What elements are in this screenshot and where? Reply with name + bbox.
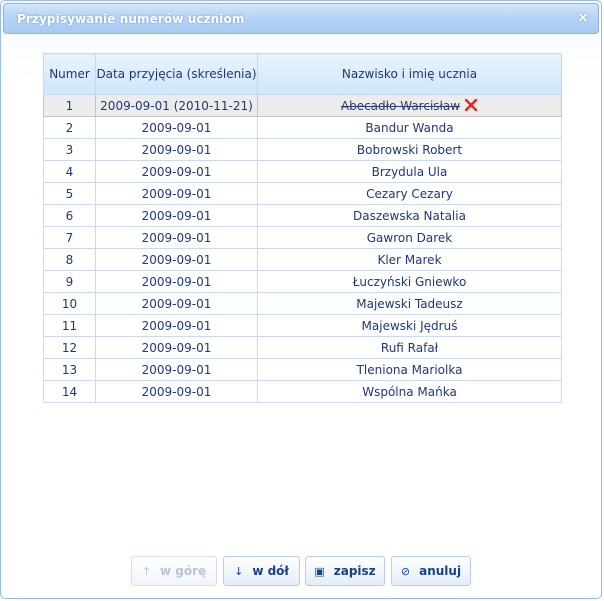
move-up-button[interactable]: ↑ w górę (131, 556, 217, 586)
save-label: zapisz (333, 564, 376, 578)
student-name: Daszewska Natalia (353, 208, 466, 223)
table-row[interactable]: 11 2009-09-01 Majewski Jędruś (43, 314, 562, 337)
cell-date: 2009-09-01 (95, 380, 258, 403)
student-name: Bobrowski Robert (356, 142, 463, 157)
student-name: Kler Marek (377, 252, 442, 267)
table-row[interactable]: 4 2009-09-01 Brzydula Ula (43, 160, 562, 183)
cell-date: 2009-09-01 (95, 160, 258, 183)
table-row[interactable]: 5 2009-09-01 Cezary Cezary (43, 182, 562, 205)
cell-number: 10 (43, 292, 96, 315)
cell-number: 1 (43, 94, 96, 117)
table-row[interactable]: 8 2009-09-01 Kler Marek (43, 248, 562, 271)
cell-number: 2 (43, 116, 96, 139)
student-name: Rufi Rafał (380, 340, 439, 355)
student-name: Abecadło Warcisław (340, 99, 461, 113)
student-name: Tleniona Mariolka (356, 362, 463, 377)
cell-student-name: Majewski Jędruś (257, 314, 562, 337)
cell-date: 2009-09-01 (95, 270, 258, 293)
cell-date: 2009-09-01 (95, 314, 258, 337)
table-row[interactable]: 7 2009-09-01 Gawron Darek (43, 226, 562, 249)
cell-student-name: Daszewska Natalia (257, 204, 562, 227)
student-name: Brzydula Ula (371, 164, 448, 179)
student-name: Cezary Cezary (366, 186, 453, 201)
cell-number: 9 (43, 270, 96, 293)
save-button[interactable]: ▣ zapisz (305, 556, 385, 586)
table-row[interactable]: 2 2009-09-01 Bandur Wanda (43, 116, 562, 139)
close-icon[interactable]: × (576, 11, 590, 25)
cancel-button[interactable]: ⊘ anuluj (391, 556, 471, 586)
cell-student-name: Gawron Darek (257, 226, 562, 249)
dialog-title: Przypisywanie numerów uczniom (17, 12, 245, 26)
cell-student-name: Cezary Cezary (257, 182, 562, 205)
student-name: Wspólna Mańka (362, 384, 457, 399)
cell-student-name: Tleniona Mariolka (257, 358, 562, 381)
arrow-up-icon: ↑ (141, 564, 152, 578)
student-name: Łuczyński Gniewko (352, 274, 467, 289)
cell-number: 12 (43, 336, 96, 359)
cell-date: 2009-09-01 (95, 358, 258, 381)
table-row[interactable]: 14 2009-09-01 Wspólna Mańka (43, 380, 562, 403)
students-table: Numer Data przyjęcia (skreślenia) Nazwis… (43, 53, 562, 403)
cell-number: 14 (43, 380, 96, 403)
column-header-number[interactable]: Numer (43, 53, 96, 95)
cell-number: 3 (43, 138, 96, 161)
cell-student-name: Kler Marek (257, 248, 562, 271)
save-icon: ▣ (314, 564, 325, 578)
cell-number: 5 (43, 182, 96, 205)
cell-date: 2009-09-01 (95, 226, 258, 249)
student-name: Gawron Darek (366, 230, 453, 245)
table-row[interactable]: 13 2009-09-01 Tleniona Mariolka (43, 358, 562, 381)
move-up-label: w górę (160, 564, 207, 578)
cell-student-name: Bobrowski Robert (257, 138, 562, 161)
student-name: Majewski Jędruś (361, 318, 458, 333)
column-header-name[interactable]: Nazwisko i imię ucznia (257, 53, 562, 95)
cell-student-name: Łuczyński Gniewko (257, 270, 562, 293)
cell-student-name: Majewski Tadeusz (257, 292, 562, 315)
table-row[interactable]: 3 2009-09-01 Bobrowski Robert (43, 138, 562, 161)
cell-student-name: Abecadło Warcisław (257, 94, 562, 117)
student-name: Majewski Tadeusz (356, 296, 463, 311)
cancel-label: anuluj (419, 564, 462, 578)
table-row[interactable]: 6 2009-09-01 Daszewska Natalia (43, 204, 562, 227)
assign-numbers-dialog: Przypisywanie numerów uczniom × Numer Da… (0, 0, 602, 599)
column-header-date[interactable]: Data przyjęcia (skreślenia) (95, 53, 258, 95)
cell-number: 11 (43, 314, 96, 337)
table-row[interactable]: 12 2009-09-01 Rufi Rafał (43, 336, 562, 359)
cell-date: 2009-09-01 (95, 182, 258, 205)
cell-date: 2009-09-01 (95, 336, 258, 359)
cell-date: 2009-09-01 (2010-11-21) (95, 94, 258, 117)
cell-student-name: Rufi Rafał (257, 336, 562, 359)
table-row[interactable]: 10 2009-09-01 Majewski Tadeusz (43, 292, 562, 315)
cell-number: 7 (43, 226, 96, 249)
cell-date: 2009-09-01 (95, 292, 258, 315)
remove-icon[interactable] (464, 98, 478, 112)
student-name: Bandur Wanda (365, 120, 454, 135)
cell-number: 6 (43, 204, 96, 227)
cell-date: 2009-09-01 (95, 116, 258, 139)
move-down-button[interactable]: ↓ w dół (223, 556, 300, 586)
cell-date: 2009-09-01 (95, 138, 258, 161)
table-row[interactable]: 9 2009-09-01 Łuczyński Gniewko (43, 270, 562, 293)
table-header-row: Numer Data przyjęcia (skreślenia) Nazwis… (43, 53, 562, 95)
cell-student-name: Brzydula Ula (257, 160, 562, 183)
move-down-label: w dół (252, 564, 289, 578)
cell-number: 4 (43, 160, 96, 183)
cell-date: 2009-09-01 (95, 204, 258, 227)
cell-student-name: Bandur Wanda (257, 116, 562, 139)
cancel-icon: ⊘ (400, 564, 411, 578)
cell-number: 13 (43, 358, 96, 381)
cell-student-name: Wspólna Mańka (257, 380, 562, 403)
table-row[interactable]: 1 2009-09-01 (2010-11-21) Abecadło Warcisł… (43, 94, 562, 117)
dialog-titlebar[interactable]: Przypisywanie numerów uczniom × (3, 3, 599, 34)
cell-date: 2009-09-01 (95, 248, 258, 271)
arrow-down-icon: ↓ (234, 564, 244, 578)
cell-number: 8 (43, 248, 96, 271)
